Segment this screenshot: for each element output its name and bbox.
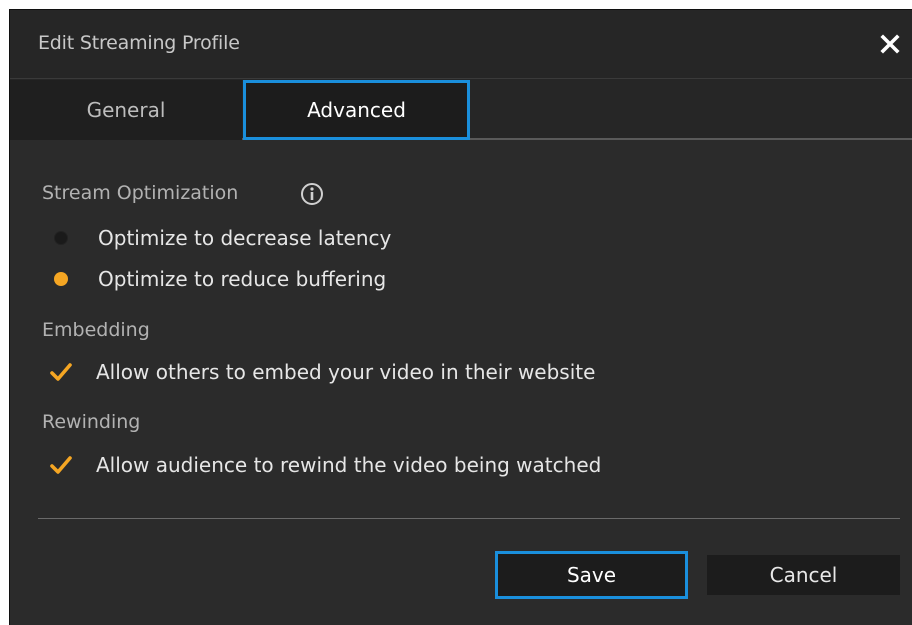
info-icon[interactable]	[300, 182, 324, 206]
embedding-label: Embedding	[42, 319, 150, 341]
checkbox-allow-embed-label: Allow others to embed your video in thei…	[96, 360, 596, 384]
save-button[interactable]: Save	[495, 551, 688, 599]
checkbox-allow-rewind[interactable]: Allow audience to rewind the video being…	[50, 450, 601, 480]
title-bar: Edit Streaming Profile	[10, 10, 912, 78]
radio-button-unselected[interactable]	[54, 231, 68, 245]
rewinding-label: Rewinding	[42, 411, 141, 433]
radio-decrease-latency[interactable]: Optimize to decrease latency	[52, 223, 391, 253]
checkbox-allow-embed[interactable]: Allow others to embed your video in thei…	[50, 357, 595, 387]
tab-general-label: General	[86, 98, 166, 122]
radio-reduce-buffering[interactable]: Optimize to reduce buffering	[52, 264, 386, 294]
checkmark-icon[interactable]	[50, 455, 72, 475]
tab-advanced-label: Advanced	[307, 98, 406, 122]
radio-button-selected[interactable]	[54, 272, 68, 286]
radio-decrease-latency-label: Optimize to decrease latency	[98, 226, 392, 250]
checkbox-allow-rewind-label: Allow audience to rewind the video being…	[96, 453, 602, 477]
checkmark-icon[interactable]	[50, 362, 72, 382]
cancel-button-label: Cancel	[769, 563, 838, 587]
close-icon[interactable]	[880, 34, 900, 54]
radio-reduce-buffering-label: Optimize to reduce buffering	[98, 267, 387, 291]
save-button-label: Save	[566, 563, 617, 587]
cancel-button[interactable]: Cancel	[707, 555, 900, 595]
edit-streaming-profile-dialog: Edit Streaming Profile General Advanced …	[9, 9, 912, 625]
tab-advanced[interactable]: Advanced	[243, 80, 470, 140]
footer-divider	[38, 518, 900, 519]
dialog-title: Edit Streaming Profile	[38, 32, 240, 54]
stream-optimization-label: Stream Optimization	[42, 182, 239, 204]
tab-general[interactable]: General	[10, 80, 242, 140]
